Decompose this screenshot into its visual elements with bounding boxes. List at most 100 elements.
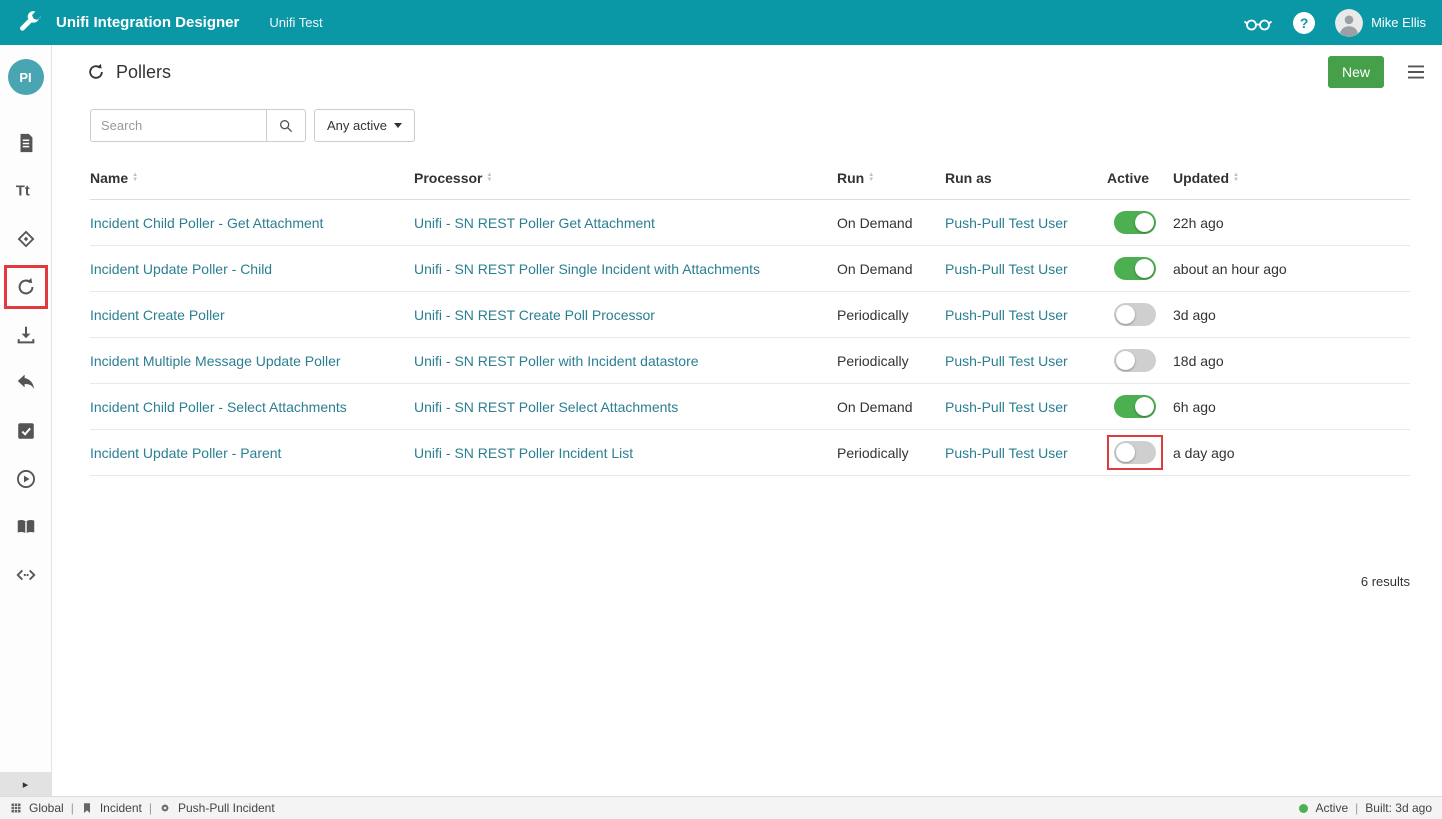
column-header-run-as[interactable]: Run as bbox=[945, 170, 1107, 186]
active-toggle-wrap bbox=[1107, 389, 1163, 424]
processor-link[interactable]: Unifi - SN REST Create Poll Processor bbox=[414, 307, 655, 323]
run-as-link[interactable]: Push-Pull Test User bbox=[945, 445, 1068, 461]
active-toggle-wrap bbox=[1107, 435, 1163, 470]
table-row[interactable]: Incident Update Poller - Parent Unifi - … bbox=[90, 430, 1410, 476]
search-button[interactable] bbox=[266, 109, 306, 142]
poller-name-link[interactable]: Incident Create Poller bbox=[90, 307, 225, 323]
active-toggle-wrap bbox=[1107, 205, 1163, 240]
sort-icon: ▲▼ bbox=[1233, 173, 1239, 183]
run-mode: Periodically bbox=[837, 307, 909, 323]
search-icon bbox=[278, 118, 294, 134]
column-header-processor[interactable]: Processor ▲▼ bbox=[414, 170, 837, 186]
app-title: Unifi Integration Designer bbox=[56, 14, 239, 31]
sidebar-item-download[interactable] bbox=[0, 311, 52, 359]
run-as-link[interactable]: Push-Pull Test User bbox=[945, 399, 1068, 415]
column-header-name[interactable]: Name ▲▼ bbox=[90, 170, 414, 186]
footer-integration[interactable]: Incident bbox=[100, 801, 142, 815]
run-as-link[interactable]: Push-Pull Test User bbox=[945, 215, 1068, 231]
help-icon[interactable]: ? bbox=[1293, 12, 1315, 34]
pollers-table-body: Incident Child Poller - Get Attachment U… bbox=[90, 200, 1410, 476]
active-toggle[interactable] bbox=[1114, 257, 1156, 280]
bookmark-icon bbox=[81, 802, 93, 814]
pollers-table: Name ▲▼ Processor ▲▼ Run ▲▼ Run as Activ… bbox=[90, 156, 1410, 476]
separator: | bbox=[71, 801, 74, 815]
sidebar-item-poller[interactable] bbox=[0, 263, 52, 311]
hamburger-menu-icon[interactable] bbox=[1406, 64, 1426, 80]
sidebar-item-text-format[interactable]: Tt bbox=[0, 167, 52, 215]
preview-glasses-icon[interactable] bbox=[1243, 12, 1273, 34]
footer-process[interactable]: Push-Pull Incident bbox=[178, 801, 275, 815]
sidebar-item-book[interactable] bbox=[0, 503, 52, 551]
poller-icon bbox=[4, 265, 48, 309]
run-mode: On Demand bbox=[837, 215, 912, 231]
table-row[interactable]: Incident Create Poller Unifi - SN REST C… bbox=[90, 292, 1410, 338]
sidebar-item-document[interactable] bbox=[0, 119, 52, 167]
poller-name-link[interactable]: Incident Update Poller - Child bbox=[90, 261, 272, 277]
reply-icon bbox=[4, 361, 48, 405]
chevron-right-icon: ▸ bbox=[23, 778, 29, 791]
poller-name-link[interactable]: Incident Child Poller - Get Attachment bbox=[90, 215, 323, 231]
table-row[interactable]: Incident Multiple Message Update Poller … bbox=[90, 338, 1410, 384]
poller-name-link[interactable]: Incident Multiple Message Update Poller bbox=[90, 353, 341, 369]
updated-text: a day ago bbox=[1173, 445, 1235, 461]
poller-name-link[interactable]: Incident Child Poller - Select Attachmen… bbox=[90, 399, 347, 415]
processor-link[interactable]: Unifi - SN REST Poller Single Incident w… bbox=[414, 261, 760, 277]
toggle-knob bbox=[1135, 259, 1154, 278]
toggle-knob bbox=[1116, 305, 1135, 324]
sidebar-integration-badge[interactable]: PI bbox=[8, 59, 44, 95]
active-toggle[interactable] bbox=[1114, 303, 1156, 326]
search-input[interactable] bbox=[90, 109, 266, 142]
processor-link[interactable]: Unifi - SN REST Poller with Incident dat… bbox=[414, 353, 699, 369]
toggle-knob bbox=[1135, 213, 1154, 232]
environment-name: Unifi Test bbox=[269, 15, 322, 30]
table-row[interactable]: Incident Child Poller - Select Attachmen… bbox=[90, 384, 1410, 430]
sidebar-item-task-check[interactable] bbox=[0, 407, 52, 455]
updated-text: 22h ago bbox=[1173, 215, 1224, 231]
new-button[interactable]: New bbox=[1328, 56, 1384, 88]
main-content: Pollers New Any active Name ▲▼ bbox=[52, 45, 1442, 796]
active-filter-dropdown[interactable]: Any active bbox=[314, 109, 415, 142]
updated-text: about an hour ago bbox=[1173, 261, 1287, 277]
table-row[interactable]: Incident Update Poller - Child Unifi - S… bbox=[90, 246, 1410, 292]
processor-link[interactable]: Unifi - SN REST Poller Select Attachment… bbox=[414, 399, 678, 415]
user-menu[interactable]: Mike Ellis bbox=[1335, 9, 1426, 37]
processor-link[interactable]: Unifi - SN REST Poller Get Attachment bbox=[414, 215, 655, 231]
poller-name-link[interactable]: Incident Update Poller - Parent bbox=[90, 445, 281, 461]
processor-link[interactable]: Unifi - SN REST Poller Incident List bbox=[414, 445, 633, 461]
task-check-icon bbox=[4, 409, 48, 453]
run-as-link[interactable]: Push-Pull Test User bbox=[945, 307, 1068, 323]
toggle-knob bbox=[1116, 351, 1135, 370]
active-filter-label: Any active bbox=[327, 118, 387, 133]
updated-text: 3d ago bbox=[1173, 307, 1216, 323]
status-footer: Global | Incident | Push-Pull Incident A… bbox=[0, 796, 1442, 819]
footer-scope[interactable]: Global bbox=[29, 801, 64, 815]
column-header-run[interactable]: Run ▲▼ bbox=[837, 170, 945, 186]
column-header-updated[interactable]: Updated ▲▼ bbox=[1173, 170, 1410, 186]
sort-icon: ▲▼ bbox=[868, 173, 874, 183]
topbar-right: ? Mike Ellis bbox=[1243, 9, 1426, 37]
active-toggle[interactable] bbox=[1114, 211, 1156, 234]
chevron-down-icon bbox=[394, 123, 402, 128]
run-mode: Periodically bbox=[837, 445, 909, 461]
active-toggle[interactable] bbox=[1114, 395, 1156, 418]
column-header-active: Active bbox=[1107, 170, 1173, 186]
active-toggle[interactable] bbox=[1114, 349, 1156, 372]
sidebar-item-reply[interactable] bbox=[0, 359, 52, 407]
sidebar-item-code[interactable] bbox=[0, 551, 52, 599]
sidebar-item-diamond[interactable] bbox=[0, 215, 52, 263]
sidebar: PI Tt ▸ bbox=[0, 45, 52, 796]
run-mode: Periodically bbox=[837, 353, 909, 369]
text-format-icon: Tt bbox=[4, 169, 48, 213]
gear-icon bbox=[159, 802, 171, 814]
run-as-link[interactable]: Push-Pull Test User bbox=[945, 261, 1068, 277]
sidebar-expand-button[interactable]: ▸ bbox=[0, 772, 52, 796]
document-icon bbox=[4, 121, 48, 165]
wrench-logo-icon[interactable] bbox=[16, 10, 42, 36]
run-as-link[interactable]: Push-Pull Test User bbox=[945, 353, 1068, 369]
table-row[interactable]: Incident Child Poller - Get Attachment U… bbox=[90, 200, 1410, 246]
page-title: Pollers bbox=[116, 62, 171, 83]
svg-text:Tt: Tt bbox=[15, 184, 29, 200]
pollers-icon bbox=[86, 62, 106, 82]
active-toggle[interactable] bbox=[1114, 441, 1156, 464]
sidebar-item-play-circle[interactable] bbox=[0, 455, 52, 503]
